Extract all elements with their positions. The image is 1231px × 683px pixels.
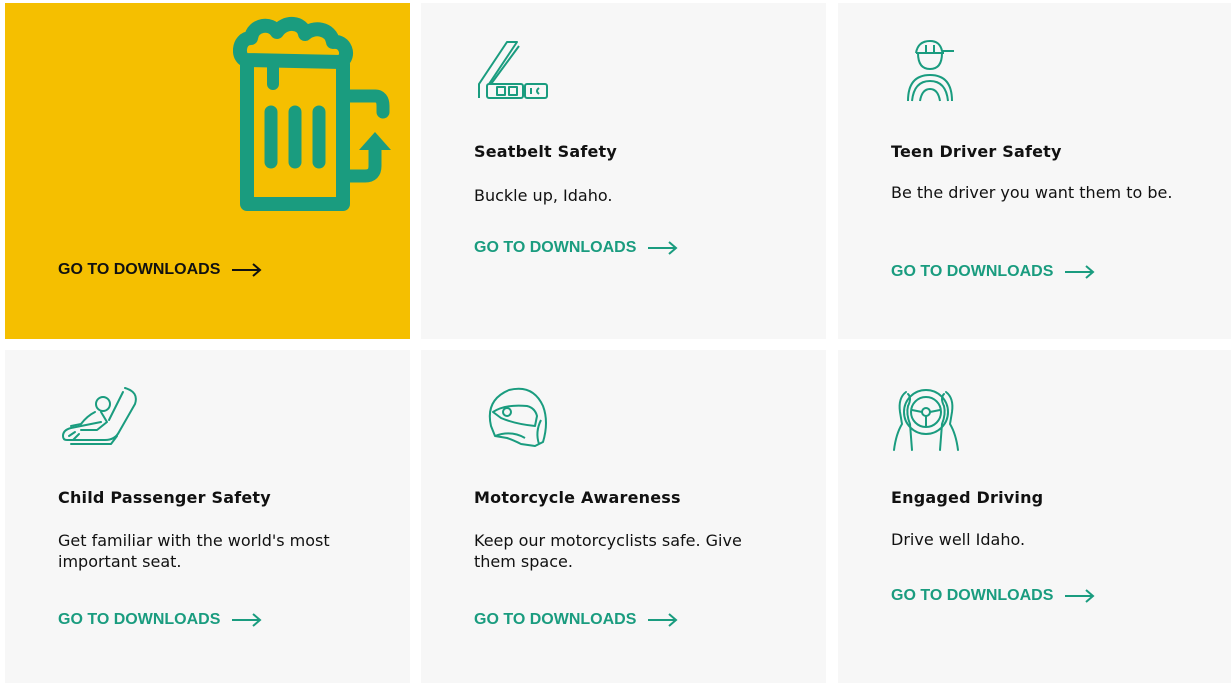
card-engaged-driving[interactable]: Engaged Driving Drive well Idaho. GO TO … xyxy=(838,350,1231,683)
go-to-downloads-link[interactable]: GO TO DOWNLOADS xyxy=(891,587,1095,605)
arrow-right-icon xyxy=(1065,265,1095,279)
car-seat-icon xyxy=(61,386,141,446)
arrow-right-icon xyxy=(232,263,262,277)
cta-label: GO TO DOWNLOADS xyxy=(58,261,221,278)
cta-label: GO TO DOWNLOADS xyxy=(891,587,1054,604)
card-title: Seatbelt Safety xyxy=(474,142,618,161)
arrow-right-icon xyxy=(1065,589,1095,603)
beer-mug-icon xyxy=(233,16,398,222)
card-description: Be the driver you want them to be. xyxy=(891,183,1173,202)
card-title: Engaged Driving xyxy=(891,488,1044,507)
motorcycle-helmet-icon xyxy=(485,386,549,448)
seatbelt-icon xyxy=(477,38,555,104)
card-description: Get familiar with the world's most impor… xyxy=(58,531,330,571)
card-seatbelt-safety[interactable]: Seatbelt Safety Buckle up, Idaho. GO TO … xyxy=(421,3,826,339)
steering-wheel-icon xyxy=(890,384,962,452)
arrow-right-icon xyxy=(648,241,678,255)
teen-driver-icon xyxy=(906,39,958,103)
arrow-right-icon xyxy=(648,613,678,627)
card-title: Motorcycle Awareness xyxy=(474,488,681,507)
card-child-passenger-safety[interactable]: Child Passenger Safety Get familiar with… xyxy=(5,350,410,683)
go-to-downloads-link[interactable]: GO TO DOWNLOADS xyxy=(474,239,678,257)
card-impaired-driving[interactable]: GO TO DOWNLOADS xyxy=(5,3,410,339)
card-title: Teen Driver Safety xyxy=(891,142,1062,161)
cta-label: GO TO DOWNLOADS xyxy=(474,611,637,628)
card-description: Buckle up, Idaho. xyxy=(474,186,613,205)
card-description: Keep our motorcyclists safe. Give them s… xyxy=(474,531,742,571)
card-description: Drive well Idaho. xyxy=(891,530,1026,549)
go-to-downloads-link[interactable]: GO TO DOWNLOADS xyxy=(474,611,678,629)
card-motorcycle-awareness[interactable]: Motorcycle Awareness Keep our motorcycli… xyxy=(421,350,826,683)
arrow-right-icon xyxy=(232,613,262,627)
go-to-downloads-link[interactable]: GO TO DOWNLOADS xyxy=(58,261,262,279)
cta-label: GO TO DOWNLOADS xyxy=(58,611,221,628)
go-to-downloads-link[interactable]: GO TO DOWNLOADS xyxy=(58,611,262,629)
card-teen-driver-safety[interactable]: Teen Driver Safety Be the driver you wan… xyxy=(838,3,1231,339)
go-to-downloads-link[interactable]: GO TO DOWNLOADS xyxy=(891,263,1095,281)
card-title: Child Passenger Safety xyxy=(58,488,271,507)
cta-label: GO TO DOWNLOADS xyxy=(474,239,637,256)
safety-topics-grid: GO TO DOWNLOADS Seatbelt Safety Buckle u… xyxy=(0,0,1231,683)
cta-label: GO TO DOWNLOADS xyxy=(891,263,1054,280)
